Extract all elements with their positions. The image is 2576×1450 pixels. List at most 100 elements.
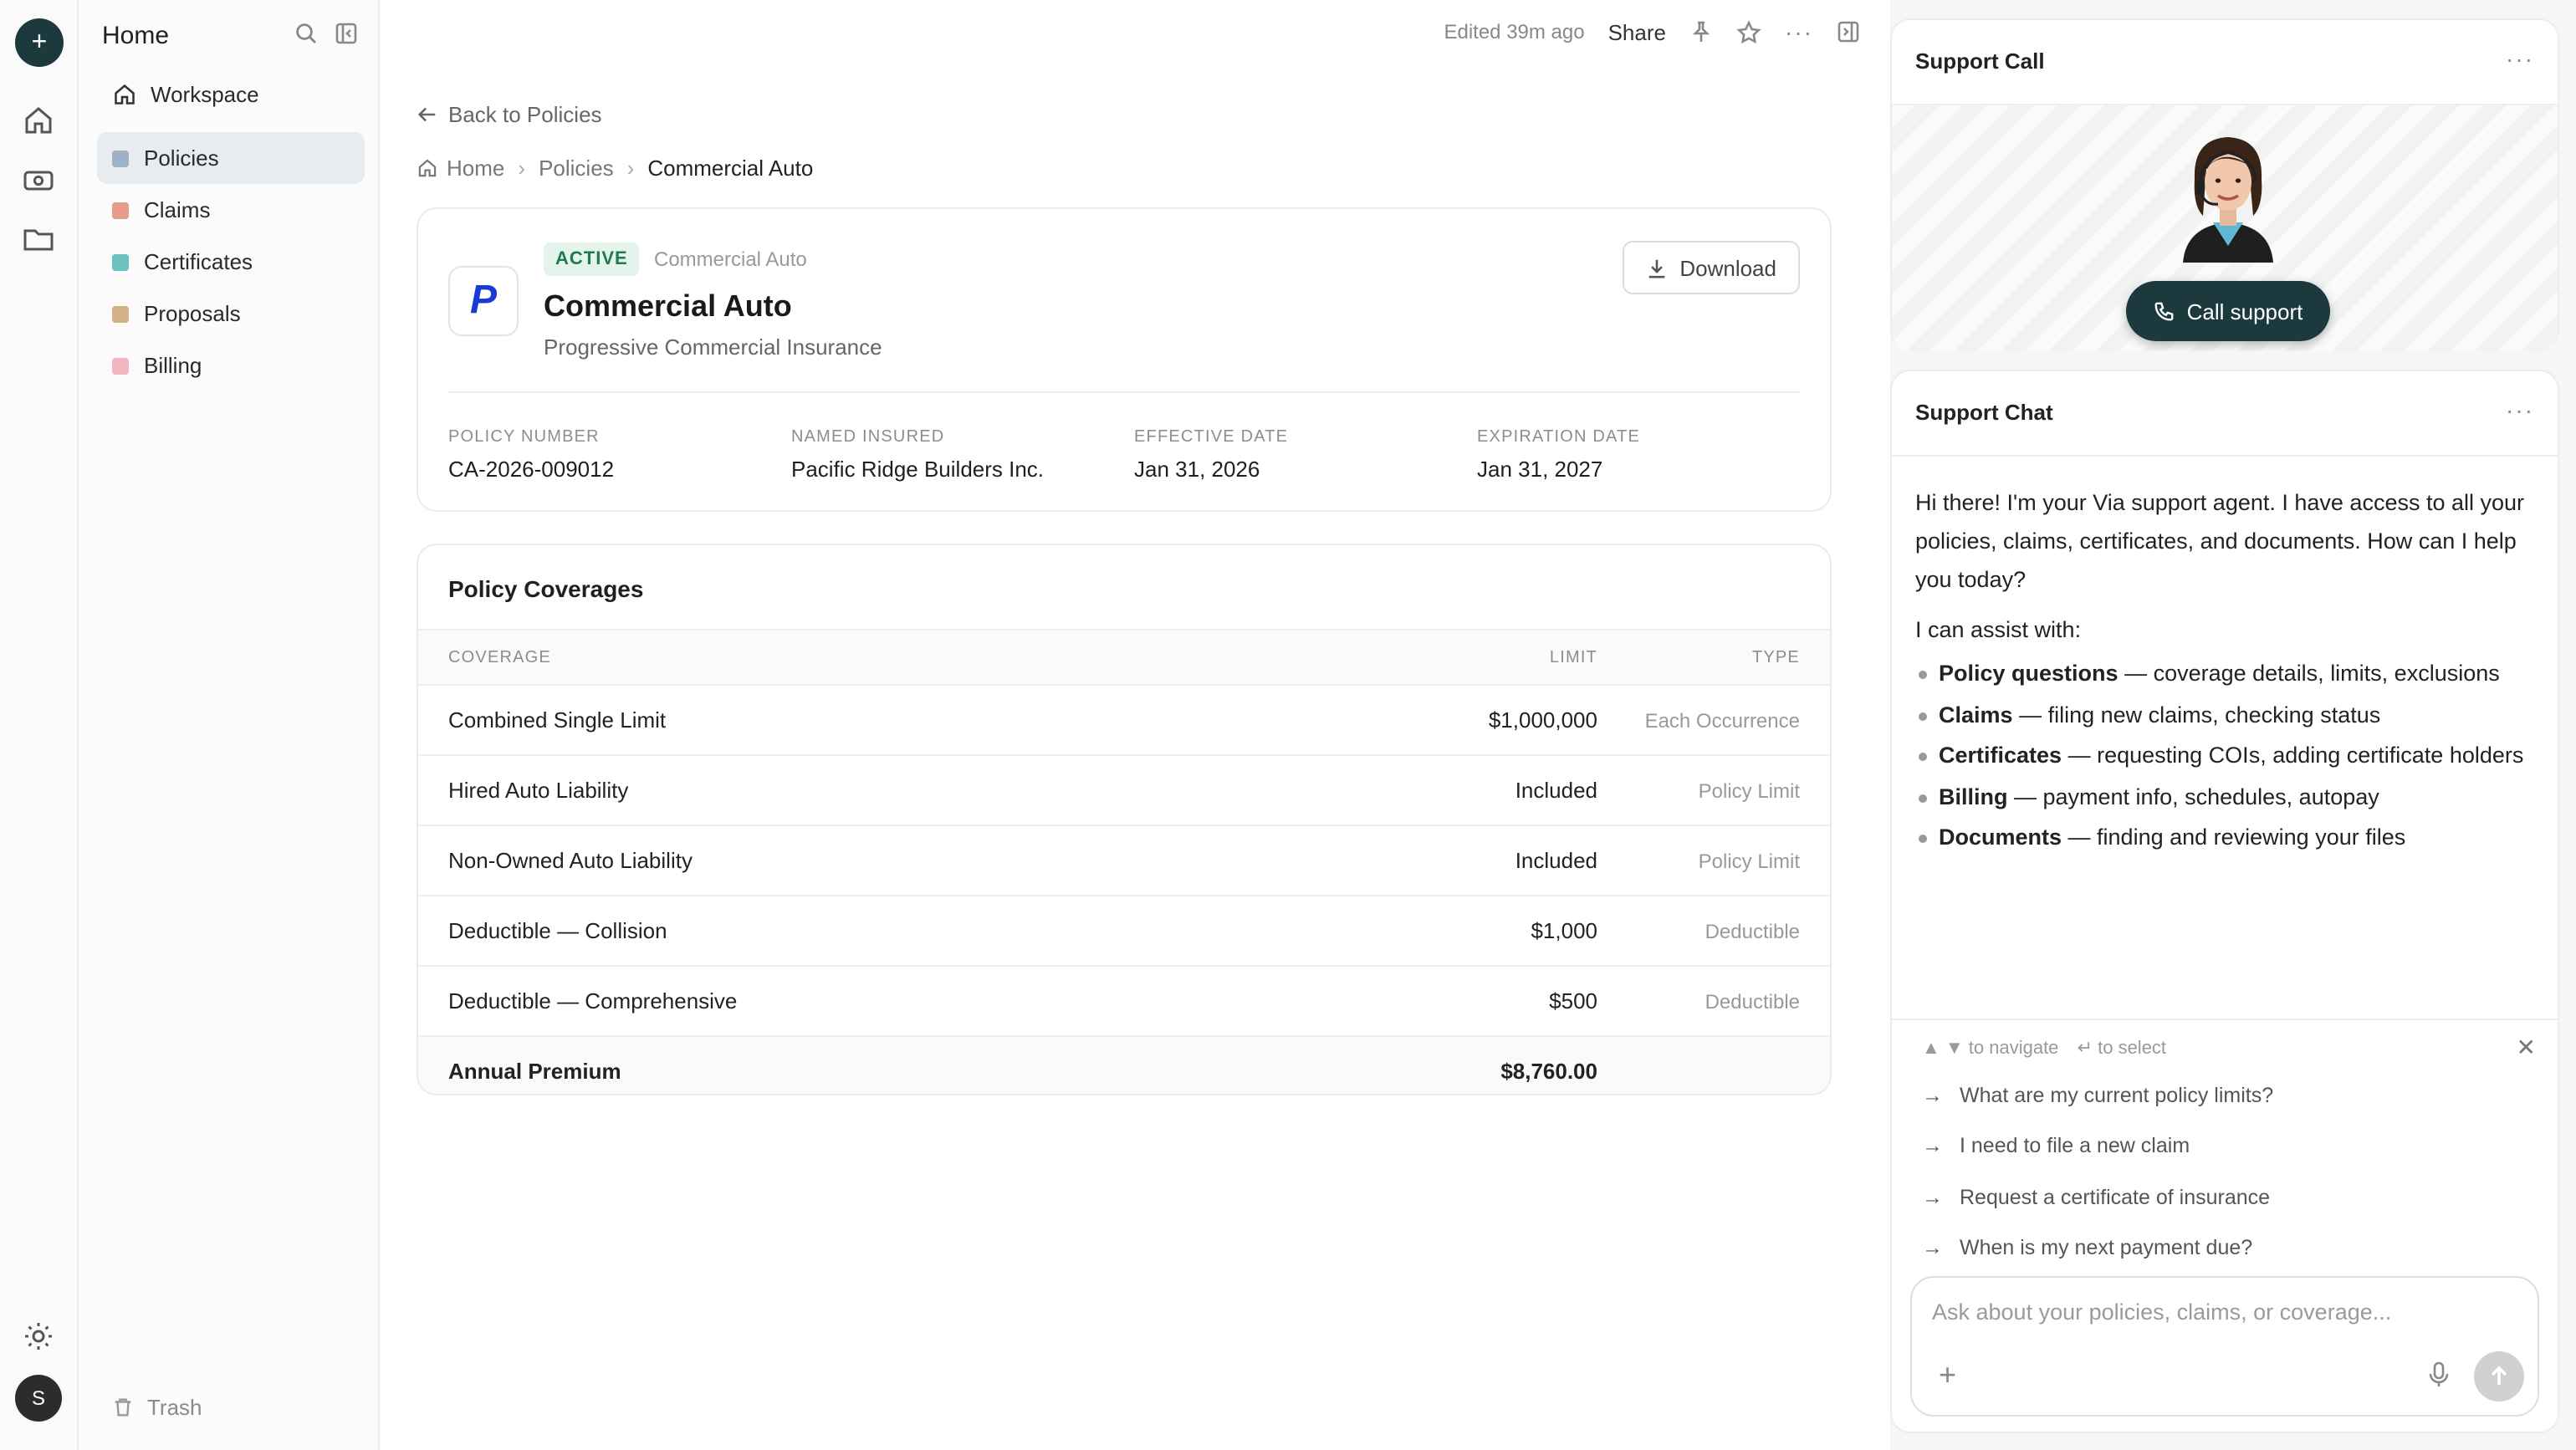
chat-composer: Ask about your policies, claims, or cove… [1910,1276,2539,1417]
sidebar-item-certificates[interactable]: Certificates [97,236,365,288]
chevron-right-icon: › [518,156,526,181]
money-icon[interactable] [22,164,55,197]
list-item: Claims — filing new claims, checking sta… [1915,695,2543,736]
suggestion-item[interactable]: → What are my current policy limits? [1922,1084,2273,1107]
sidebar-item-label: Workspace [151,82,259,107]
coverages-card: Policy Coverages COVERAGE LIMIT TYPE Com… [417,544,1832,1095]
arrow-left-icon [417,104,438,125]
settings-gear-icon[interactable] [22,1320,55,1353]
toggle-panel-icon[interactable] [1837,20,1860,43]
download-button[interactable]: Download [1623,241,1800,294]
total-label: Annual Premium [448,1059,621,1084]
support-call-card: Support Call ··· Call support [1890,18,2559,351]
suggestion-text: When is my next payment due? [1960,1236,2253,1259]
sidebar-item-label: Proposals [144,301,241,326]
star-icon[interactable] [1736,19,1761,44]
home-icon[interactable] [417,157,438,179]
call-support-label: Call support [2186,299,2303,324]
chevron-right-icon: › [626,156,635,181]
back-to-policies-link[interactable]: Back to Policies [417,102,602,127]
support-chat-card: Support Chat ··· Hi there! I'm your Via … [1890,370,2559,1433]
coverage-limit: $500 [1549,988,1597,1013]
suggestion-item[interactable]: → I need to file a new claim [1922,1134,2190,1157]
folder-icon[interactable] [22,222,55,256]
phone-icon [2154,300,2175,322]
column-header-limit: LIMIT [1549,649,1597,667]
more-options-icon[interactable]: ··· [2506,45,2534,72]
meta-policy-number: POLICY NUMBER CA-2026-009012 [448,428,783,482]
share-button[interactable]: Share [1608,19,1666,44]
arrow-right-icon: → [1922,1084,1943,1107]
sidebar-item-policies[interactable]: Policies [97,132,365,184]
home-icon[interactable] [22,104,55,137]
coverage-type: Policy Limit [1698,850,1800,873]
table-row: Combined Single Limit $1,000,000 Each Oc… [418,686,1830,756]
carrier-logo-letter: P [469,278,497,323]
carrier-logo: P [448,266,519,336]
assist-detail: — finding and reviewing your files [2062,825,2406,850]
policy-line: Commercial Auto [654,248,807,271]
send-button[interactable] [2474,1351,2524,1401]
sidebar-item-label: Certificates [144,249,253,274]
sidebar-item-claims[interactable]: Claims [97,184,365,236]
total-premium-row: Annual Premium $8,760.00 [418,1037,1830,1094]
coverage-type: Deductible [1705,990,1800,1013]
assist-detail: — coverage details, limits, exclusions [2118,661,2500,686]
more-options-icon[interactable]: ··· [1785,18,1813,45]
coverage-name: Deductible — Comprehensive [448,988,738,1013]
meta-label: EFFECTIVE DATE [1134,428,1289,447]
breadcrumb-home[interactable]: Home [447,156,504,181]
arrow-right-icon: → [1922,1186,1943,1209]
coverage-name: Combined Single Limit [448,707,667,733]
meta-effective-date: EFFECTIVE DATE Jan 31, 2026 [1134,428,1469,482]
trash-icon [112,1396,134,1418]
billing-color-square [112,357,129,374]
keyboard-hint: ▲ ▼ to navigate ↵ to select [1922,1037,2166,1059]
list-item: Certificates — requesting COIs, adding c… [1915,736,2543,777]
suggestion-item[interactable]: → When is my next payment due? [1922,1236,2252,1259]
suggestion-item[interactable]: → Request a certificate of insurance [1922,1186,2270,1209]
chat-header-divider [1892,455,2558,457]
sidebar-item-billing[interactable]: Billing [97,340,365,391]
more-options-icon[interactable]: ··· [2506,396,2534,423]
total-value: $8,760.00 [1500,1059,1597,1084]
breadcrumb-current: Commercial Auto [647,156,814,181]
microphone-icon[interactable] [2427,1361,2451,1396]
coverages-title: Policy Coverages [448,575,644,602]
pin-icon[interactable] [1689,20,1713,43]
home-icon [112,82,137,107]
app-root: + S Home Workspace Policies Claims Certi… [0,0,2576,1450]
chat-input[interactable]: Ask about your policies, claims, or cove… [1932,1299,2391,1325]
meta-label: EXPIRATION DATE [1477,428,1641,447]
certificates-color-square [112,253,129,270]
coverage-name: Hired Auto Liability [448,778,629,803]
assist-list: Policy questions — coverage details, lim… [1915,654,2543,859]
coverage-type: Policy Limit [1698,779,1800,803]
sidebar-item-label: Claims [144,197,211,222]
breadcrumb-policies[interactable]: Policies [539,156,614,181]
sidebar-trash[interactable]: Trash [112,1395,202,1420]
user-avatar[interactable]: S [15,1375,62,1422]
meta-label: NAMED INSURED [791,428,945,447]
new-button[interactable]: + [15,18,64,67]
support-agent-avatar [2173,129,2283,271]
support-call-title: Support Call [1915,49,2045,74]
assist-detail: — requesting COIs, adding certificate ho… [2062,743,2524,768]
page-title: Commercial Auto [544,289,792,323]
list-item: Policy questions — coverage details, lim… [1915,654,2543,695]
table-row: Deductible — Collision $1,000 Deductible [418,896,1830,967]
search-icon[interactable] [294,22,318,54]
sidebar-item-workspace[interactable]: Workspace [97,69,365,120]
carrier-name: Progressive Commercial Insurance [544,334,882,360]
call-support-button[interactable]: Call support [2126,281,2330,341]
collapse-sidebar-icon[interactable] [335,22,358,54]
trash-label: Trash [147,1395,202,1420]
add-attachment-icon[interactable]: + [1939,1358,1956,1393]
right-panel: Support Call ··· Call support Support Ch… [1890,0,2576,1450]
assist-topic: Documents [1939,825,2062,850]
sidebar-item-proposals[interactable]: Proposals [97,288,365,340]
close-icon[interactable]: ✕ [2517,1034,2536,1062]
suggestion-text: What are my current policy limits? [1960,1084,2274,1107]
sidebar-item-label: Billing [144,353,202,378]
chat-message: Hi there! I'm your Via support agent. I … [1915,483,2543,859]
